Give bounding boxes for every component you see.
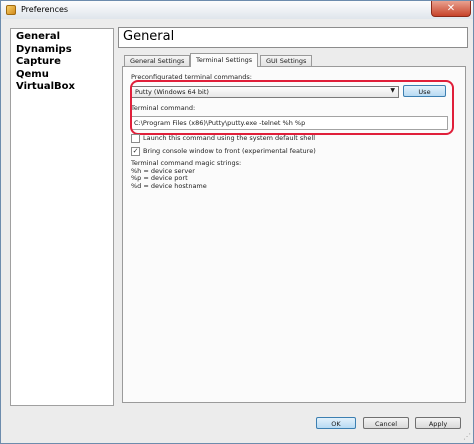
app-icon: [6, 5, 16, 15]
terminal-command-value: C:\Program Files (x86)\Putty\putty.exe -…: [134, 119, 306, 127]
launch-shell-checkbox[interactable]: [131, 134, 140, 143]
ok-button[interactable]: OK: [316, 417, 356, 429]
tab-terminal-settings[interactable]: Terminal Settings: [190, 53, 259, 67]
window-title: Preferences: [21, 5, 69, 14]
cancel-button[interactable]: Cancel: [363, 417, 409, 429]
bring-to-front-checkbox[interactable]: ✓: [131, 147, 140, 156]
terminal-settings-panel: Preconfigurated terminal commands: Putty…: [122, 66, 466, 403]
sidebar-item-qemu[interactable]: Qemu: [11, 69, 113, 82]
sidebar-item-capture[interactable]: Capture: [11, 56, 113, 69]
preferences-window: Preferences ✕ General Dynamips Capture Q…: [0, 0, 474, 444]
preconfigured-command-value: Putty (Windows 64 bit): [135, 88, 209, 96]
magic-line-hostname: %d = device hostname: [131, 181, 207, 190]
terminal-command-label: Terminal command:: [131, 104, 196, 112]
sidebar-item-dynamips[interactable]: Dynamips: [11, 44, 113, 57]
terminal-command-input[interactable]: C:\Program Files (x86)\Putty\putty.exe -…: [131, 116, 448, 130]
sidebar-list: General Dynamips Capture Qemu VirtualBox: [10, 28, 114, 406]
use-button[interactable]: Use: [403, 85, 446, 97]
preconfigured-label: Preconfigurated terminal commands:: [131, 73, 252, 81]
apply-button[interactable]: Apply: [415, 417, 461, 429]
sidebar-item-general[interactable]: General: [11, 31, 113, 44]
page-title: General: [123, 29, 175, 44]
sidebar-item-virtualbox[interactable]: VirtualBox: [11, 81, 113, 94]
bring-to-front-label: Bring console window to front (experimen…: [143, 147, 316, 155]
magic-strings-help: Terminal command magic strings: %h = dev…: [131, 159, 241, 190]
section-header: General: [118, 27, 468, 48]
chevron-down-icon: ▼: [390, 87, 395, 94]
close-button[interactable]: ✕: [431, 1, 471, 17]
title-bar[interactable]: Preferences ✕: [1, 1, 473, 19]
dialog-footer: OK Cancel Apply ⋰: [1, 405, 473, 443]
launch-shell-label: Launch this command using the system def…: [143, 134, 316, 142]
preconfigured-command-select[interactable]: Putty (Windows 64 bit) ▼: [131, 86, 399, 98]
resize-grip-icon[interactable]: ⋰: [463, 432, 471, 441]
